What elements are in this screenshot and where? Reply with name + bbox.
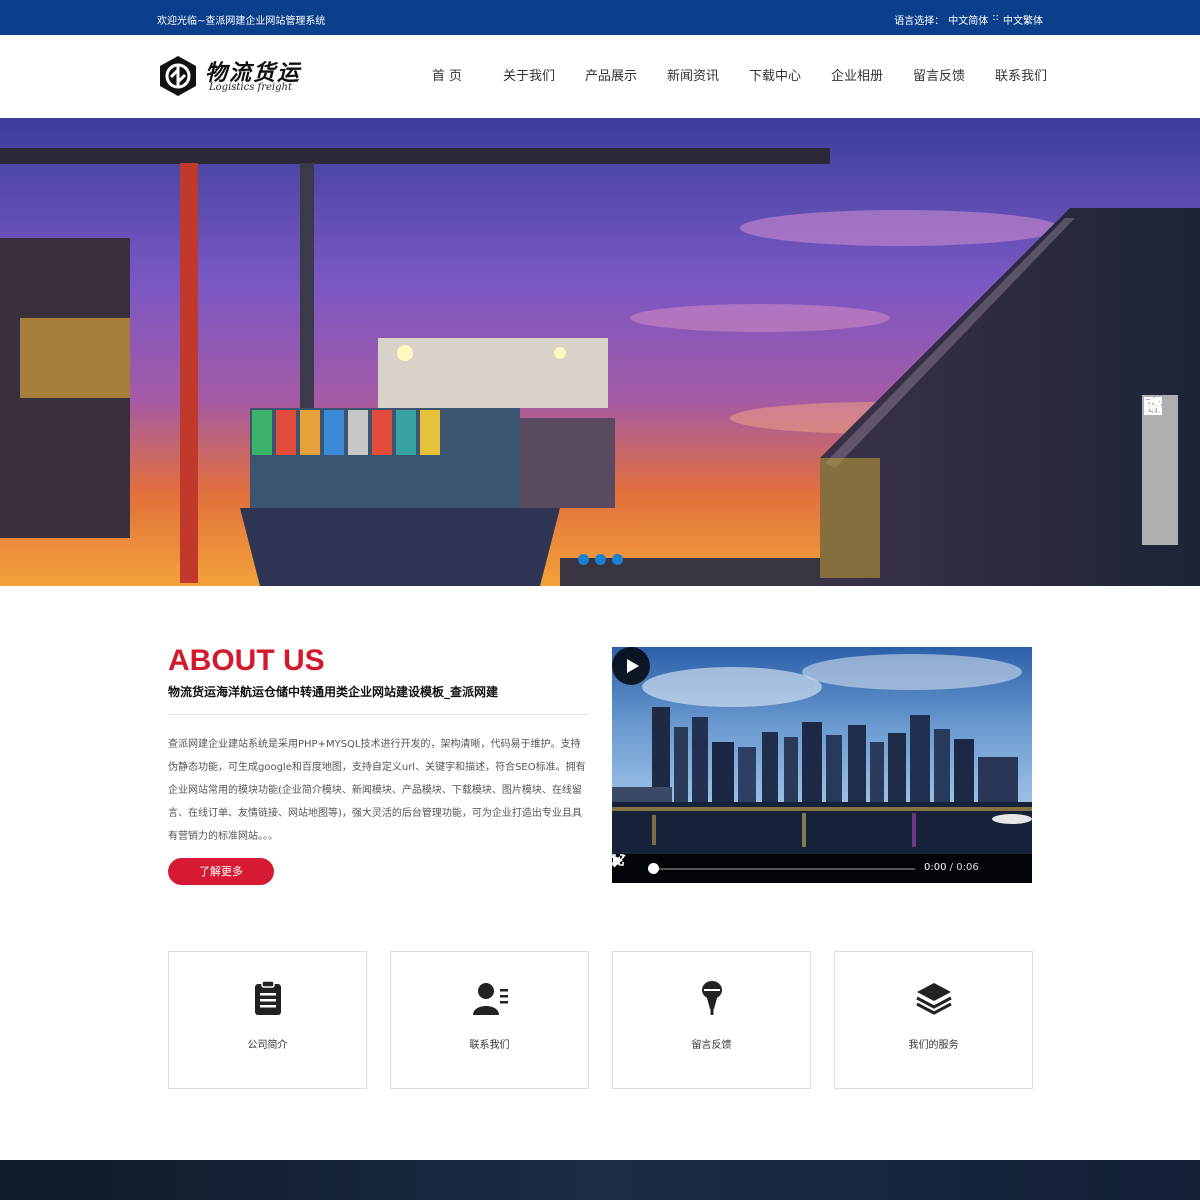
slider-dot-2[interactable] (595, 554, 606, 565)
rocket-icon[interactable] (1142, 395, 1164, 417)
site-header: 物流货运 Logistics freight 首 页 关于我们 产品展示 新闻资… (0, 35, 1200, 118)
logo-english-text: Logistics freight (209, 82, 292, 93)
language-selector: 语言选择： 中文简体 :: 中文繁体 (894, 12, 1043, 27)
big-play-icon[interactable] (612, 647, 650, 685)
footer-section (0, 1160, 1200, 1200)
video-player[interactable]: 0:00 / 0:06 (612, 647, 1032, 883)
nav-downloads[interactable]: 下载中心 (734, 35, 816, 118)
nav-feedback[interactable]: 留言反馈 (898, 35, 980, 118)
microphone-icon (702, 981, 722, 1015)
main-nav: 首 页 关于我们 产品展示 新闻资讯 下载中心 企业相册 留言反馈 联系我们 (406, 35, 1062, 118)
hero-banner[interactable] (0, 118, 1200, 586)
fullscreen-icon[interactable] (612, 854, 624, 866)
about-description: 查派网建企业建站系统是采用PHP+MYSQL技术进行开发的，架构清晰，代码易于维… (168, 739, 586, 842)
video-controls: 0:00 / 0:06 (612, 854, 1032, 883)
about-divider (168, 714, 588, 715)
card-label: 联系我们 (469, 1040, 510, 1051)
logo-hexagon-icon (160, 56, 196, 96)
site-logo[interactable]: 物流货运 Logistics freight (157, 55, 317, 101)
learn-more-button[interactable]: 了解更多 (168, 858, 274, 885)
welcome-text: 欢迎光临~查派网建企业网站管理系统 (157, 16, 326, 27)
slider-dots (578, 554, 623, 565)
current-time: 0:00 (924, 862, 947, 873)
lang-traditional-link[interactable]: 中文繁体 (1003, 12, 1043, 27)
card-company-intro[interactable]: 公司简介 (168, 951, 367, 1089)
about-heading: ABOUT US (168, 644, 325, 677)
nav-home[interactable]: 首 页 (406, 35, 488, 118)
language-label: 语言选择： (894, 16, 945, 27)
lang-separator: :: (992, 12, 999, 23)
nav-news[interactable]: 新闻资讯 (652, 35, 734, 118)
about-subtitle: 物流货运海洋航运仓储中转通用类企业网站建设模板_查派网建 (168, 685, 499, 699)
time-display: 0:00 / 0:06 (924, 862, 979, 873)
slider-dot-3[interactable] (612, 554, 623, 565)
progress-handle[interactable] (648, 863, 659, 874)
nav-about[interactable]: 关于我们 (488, 35, 570, 118)
nav-contact[interactable]: 联系我们 (980, 35, 1062, 118)
card-label: 留言反馈 (691, 1040, 732, 1051)
lang-simplified-link[interactable]: 中文简体 (948, 12, 988, 27)
card-label: 我们的服务 (908, 1040, 959, 1051)
banner-port-image (0, 118, 1200, 586)
card-contact-us[interactable]: 联系我们 (390, 951, 589, 1089)
floating-tools (1142, 395, 1178, 545)
contact-icon (473, 983, 508, 1015)
slider-dot-1[interactable] (578, 554, 589, 565)
progress-track[interactable] (650, 868, 915, 870)
video-city-skyline-image (612, 647, 1032, 854)
time-separator: / (949, 862, 954, 873)
layers-icon (916, 983, 952, 1015)
nav-products[interactable]: 产品展示 (570, 35, 652, 118)
card-label: 公司简介 (247, 1040, 288, 1051)
clipboard-icon (255, 980, 281, 1015)
top-bar: 欢迎光临~查派网建企业网站管理系统 语言选择： 中文简体 :: 中文繁体 (0, 0, 1200, 35)
card-services[interactable]: 我们的服务 (834, 951, 1033, 1089)
nav-album[interactable]: 企业相册 (816, 35, 898, 118)
card-feedback[interactable]: 留言反馈 (612, 951, 811, 1089)
duration: 0:06 (956, 862, 979, 873)
